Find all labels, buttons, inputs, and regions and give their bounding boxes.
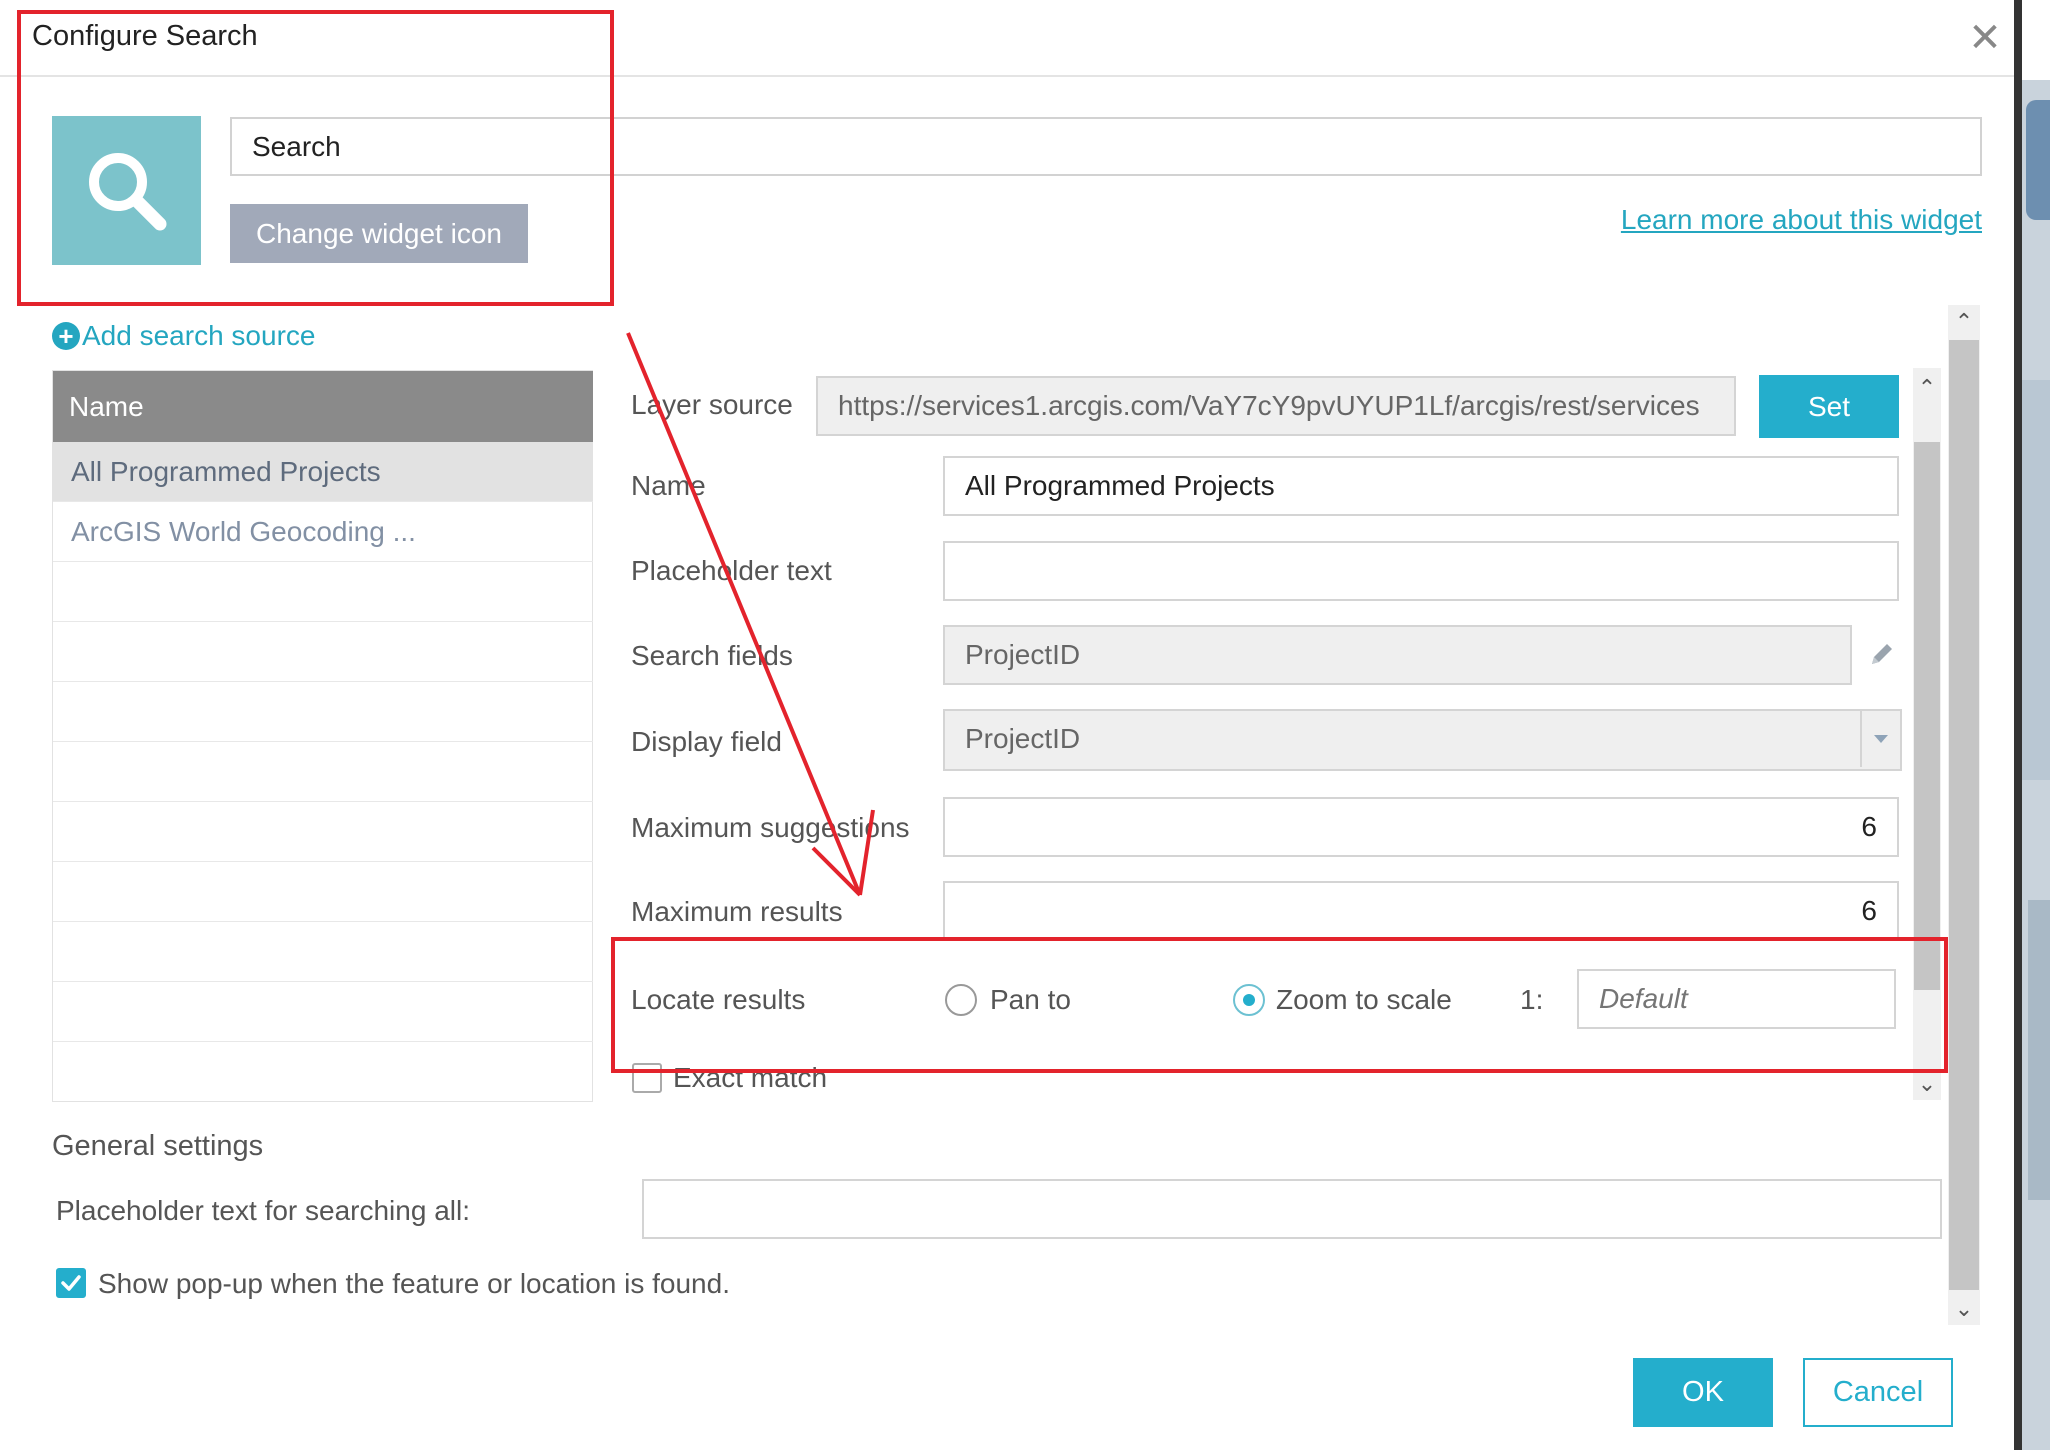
source-row-empty <box>53 982 593 1042</box>
add-search-source-link[interactable]: + Add search source <box>52 320 315 352</box>
source-row-empty <box>53 562 593 622</box>
source-row-all-programmed-projects[interactable]: All Programmed Projects <box>53 442 593 502</box>
map-feature <box>2028 900 2050 1200</box>
max-results-input[interactable]: 6 <box>943 881 1899 938</box>
max-suggestions-label: Maximum suggestions <box>631 812 910 843</box>
max-suggestions-input[interactable]: 6 <box>943 797 1899 857</box>
placeholder-all-input[interactable] <box>642 1179 1942 1239</box>
source-table-header: Name <box>53 371 593 442</box>
chevron-down-icon[interactable]: ⌄ <box>1950 1295 1978 1323</box>
chevron-up-icon[interactable]: ⌃ <box>1950 308 1978 336</box>
annotation-box-widget-header <box>17 10 614 306</box>
source-row-empty <box>53 922 593 982</box>
search-fields-label: Search fields <box>631 640 793 671</box>
show-popup-label: Show pop-up when the feature or location… <box>98 1268 730 1299</box>
map-background <box>2022 80 2050 1450</box>
pencil-icon[interactable] <box>1866 638 1898 670</box>
close-icon[interactable]: ✕ <box>1965 18 2005 58</box>
checkmark-icon <box>61 1275 81 1291</box>
display-field-select[interactable]: ProjectID <box>943 709 1902 771</box>
placeholder-text-label: Placeholder text <box>631 555 832 586</box>
placeholder-all-label: Placeholder text for searching all: <box>56 1195 470 1226</box>
placeholder-text-input[interactable] <box>943 541 1899 601</box>
display-field-label: Display field <box>631 726 782 757</box>
layer-source-label: Layer source <box>631 389 793 420</box>
search-source-table: Name All Programmed Projects ArcGIS Worl… <box>52 370 593 1102</box>
chevron-down-icon[interactable]: ⌄ <box>1913 1070 1941 1098</box>
max-results-label: Maximum results <box>631 896 843 927</box>
learn-more-link[interactable]: Learn more about this widget <box>1606 204 1982 236</box>
general-settings-heading: General settings <box>52 1130 264 1162</box>
dialog-edge <box>2014 0 2022 1450</box>
map-feature <box>2022 380 2050 780</box>
show-popup-checkbox[interactable] <box>56 1268 86 1298</box>
set-button[interactable]: Set <box>1759 375 1899 438</box>
source-row-empty <box>53 742 593 802</box>
form-scrollbar-thumb[interactable] <box>1914 442 1940 990</box>
add-search-source-label: Add search source <box>82 320 316 351</box>
plus-circle-icon: + <box>52 322 80 350</box>
source-row-empty <box>53 862 593 922</box>
chevron-up-icon[interactable]: ⌃ <box>1913 374 1941 402</box>
source-row-empty <box>53 802 593 862</box>
dialog-scrollbar-thumb[interactable] <box>1949 340 1979 1290</box>
cancel-button[interactable]: Cancel <box>1803 1358 1953 1427</box>
chevron-down-icon[interactable] <box>1860 711 1900 767</box>
source-row-arcgis-world-geocoding[interactable]: ArcGIS World Geocoding ... <box>53 502 593 562</box>
name-input[interactable]: All Programmed Projects <box>943 456 1899 516</box>
map-feature <box>2026 100 2050 220</box>
display-field-value: ProjectID <box>965 723 1081 754</box>
source-row-empty <box>53 682 593 742</box>
source-row-empty <box>53 622 593 682</box>
search-fields-field: ProjectID <box>943 625 1852 685</box>
annotation-box-locate-results <box>611 937 1948 1073</box>
ok-button[interactable]: OK <box>1633 1358 1773 1427</box>
name-label: Name <box>631 470 706 501</box>
layer-source-field: https://services1.arcgis.com/VaY7cY9pvUY… <box>816 376 1736 436</box>
